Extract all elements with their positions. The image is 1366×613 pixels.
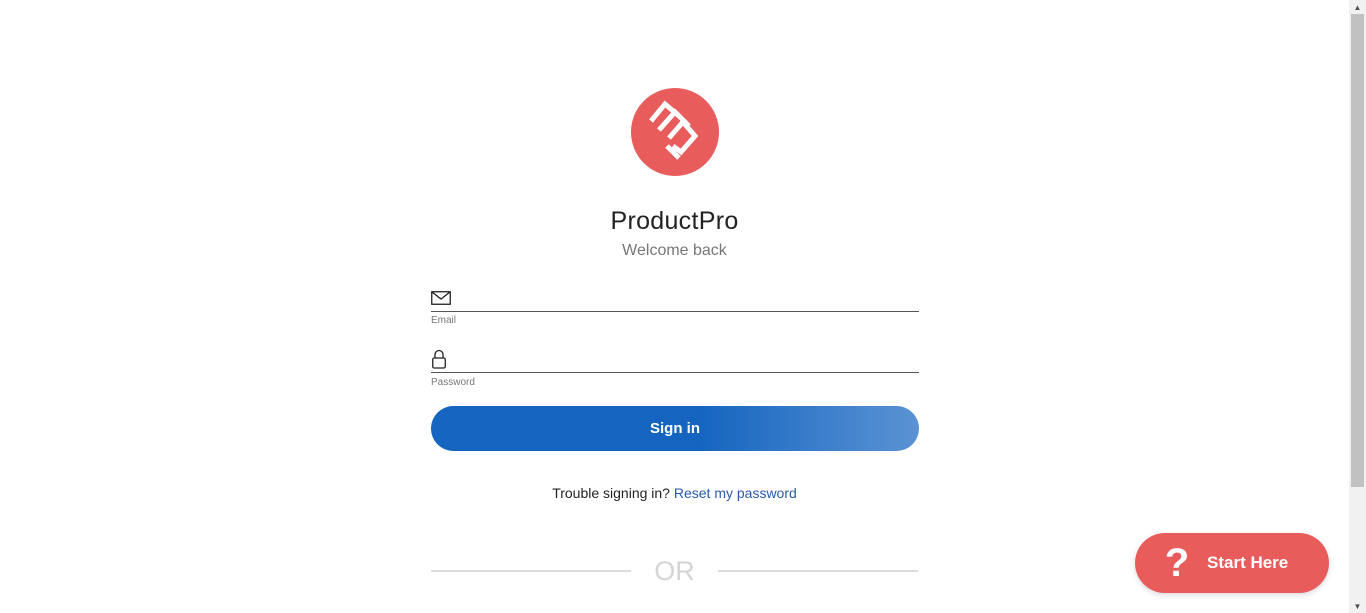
- lock-icon: [431, 349, 453, 369]
- password-field[interactable]: [431, 346, 919, 373]
- sign-in-button[interactable]: Sign in: [431, 406, 919, 451]
- email-label: Email: [431, 315, 457, 326]
- question-mark-icon: ?: [1164, 541, 1190, 585]
- vertical-scrollbar[interactable]: ▲ ▼: [1349, 0, 1366, 613]
- login-page: ProductPro Welcome back Email Password S…: [0, 0, 1349, 613]
- logo-mark-icon: [649, 100, 699, 160]
- email-field[interactable]: [431, 285, 919, 312]
- app-title: ProductPro: [610, 207, 739, 235]
- trouble-text: Trouble signing in?: [552, 485, 670, 501]
- scrollbar-thumb[interactable]: [1351, 14, 1364, 487]
- password-label: Password: [431, 377, 475, 388]
- password-input[interactable]: [453, 347, 919, 371]
- or-divider-label: OR: [654, 556, 695, 586]
- divider-line-left: [431, 570, 631, 572]
- scroll-down-arrow-icon[interactable]: ▼: [1349, 599, 1366, 613]
- trouble-signing-in: Trouble signing in? Reset my password: [0, 485, 1349, 501]
- email-input[interactable]: [453, 286, 919, 310]
- scroll-up-arrow-icon[interactable]: ▲: [1349, 0, 1366, 14]
- welcome-subtitle: Welcome back: [622, 242, 727, 259]
- productpro-logo: [631, 88, 719, 176]
- start-here-label: Start Here: [1207, 553, 1289, 572]
- divider-line-right: [718, 570, 918, 572]
- reset-password-link[interactable]: Reset my password: [674, 485, 797, 501]
- start-here-button[interactable]: ? Start Here: [1135, 533, 1329, 593]
- mail-icon: [431, 288, 453, 308]
